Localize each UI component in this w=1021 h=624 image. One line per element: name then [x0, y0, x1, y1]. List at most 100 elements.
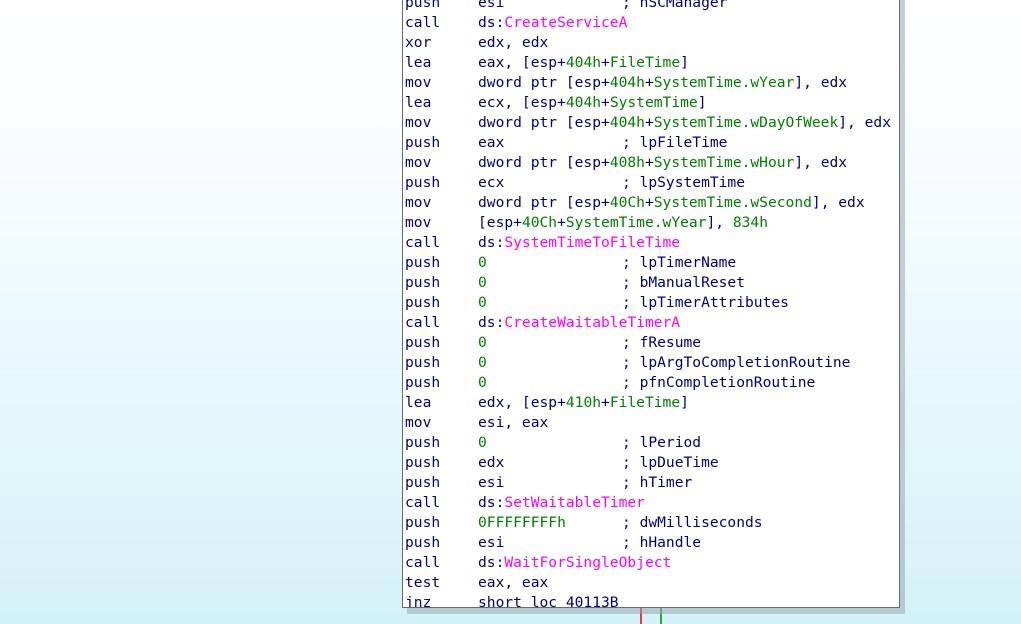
mnemonic[interactable]: mov	[405, 73, 478, 93]
graph-view-canvas[interactable]: push esi; hSCManager call ds:CreateServiceA…	[0, 0, 1021, 624]
instruction-line[interactable]: call ds:CreateWaitableTimerA	[405, 313, 899, 333]
instruction-line[interactable]: push 0 ; pfnCompletionRoutine	[405, 373, 899, 393]
instruction-line[interactable]: xor edx, edx	[405, 33, 899, 53]
mnemonic[interactable]: push	[405, 173, 478, 193]
mnemonic[interactable]: mov	[405, 153, 478, 173]
api-name[interactable]: SetWaitableTimer	[504, 494, 645, 511]
mnemonic[interactable]: push	[405, 133, 478, 153]
instruction-line[interactable]: mov esi, eax	[405, 413, 899, 433]
instruction-line[interactable]: push 0 ; lpTimerAttributes	[405, 293, 899, 313]
mnemonic[interactable]: call	[405, 13, 478, 33]
instruction-line[interactable]: push eax ; lpFileTime	[405, 133, 899, 153]
api-name[interactable]: WaitForSingleObject	[504, 554, 671, 571]
symbol-name[interactable]: SystemTime.wYear	[566, 214, 707, 231]
mnemonic[interactable]: push	[405, 333, 478, 353]
instruction-line[interactable]: push ecx ; lpSystemTime	[405, 173, 899, 193]
instruction-line[interactable]: mov dword ptr [esp+408h+SystemTime.wHour]…	[405, 153, 899, 173]
mnemonic[interactable]: lea	[405, 93, 478, 113]
immediate-value: 834h	[732, 214, 768, 231]
mnemonic[interactable]: jnz	[405, 593, 478, 607]
operands: edx	[478, 453, 622, 473]
mnemonic[interactable]: push	[405, 253, 478, 273]
instruction-line[interactable]: push 0 ; bManualReset	[405, 273, 899, 293]
instruction-line[interactable]: push 0 ; lpArgToCompletionRoutine	[405, 353, 899, 373]
instruction-line[interactable]: jnz short loc_40113B	[405, 593, 899, 607]
instruction-line[interactable]: push 0FFFFFFFFh ; dwMilliseconds	[405, 513, 899, 533]
operand-text: +	[601, 94, 610, 111]
instruction-line[interactable]: test eax, eax	[405, 573, 899, 593]
api-name[interactable]: SystemTimeToFileTime	[504, 234, 680, 251]
instruction-line[interactable]: push 0 ; lpTimerName	[405, 253, 899, 273]
operand-text: +	[644, 194, 654, 211]
symbol-name[interactable]: SystemTime.wSecond	[654, 194, 812, 211]
operands: 0	[478, 273, 622, 293]
mnemonic[interactable]: test	[405, 573, 478, 593]
instruction-line[interactable]: push esi ; hTimer	[405, 473, 899, 493]
mnemonic[interactable]: push	[405, 453, 478, 473]
mnemonic[interactable]: call	[405, 493, 478, 513]
operands: ds:SetWaitableTimer	[478, 493, 645, 513]
mnemonic[interactable]: push	[405, 373, 478, 393]
symbol-name[interactable]: FileTime	[610, 394, 680, 411]
instruction-line[interactable]: push esi ; hSCManager	[405, 0, 899, 13]
operand-text: ds:	[478, 234, 505, 251]
instruction-line[interactable]: lea eax, [esp+404h+FileTime]	[405, 53, 899, 73]
operand-text: dword ptr [esp+	[478, 194, 610, 211]
instruction-line[interactable]: call ds:WaitForSingleObject	[405, 553, 899, 573]
operand-text: esi	[478, 0, 505, 11]
mnemonic[interactable]: push	[405, 273, 478, 293]
instruction-line[interactable]: call ds:SystemTimeToFileTime	[405, 233, 899, 253]
instruction-line[interactable]: call ds:SetWaitableTimer	[405, 493, 899, 513]
mnemonic[interactable]: push	[405, 473, 478, 493]
operands: 0	[478, 353, 622, 373]
instruction-line[interactable]: push edx ; lpDueTime	[405, 453, 899, 473]
instruction-line[interactable]: mov dword ptr [esp+404h+SystemTime.wDayOf…	[405, 113, 899, 133]
operands: eax, eax	[478, 573, 622, 593]
instruction-line[interactable]: push esi ; hHandle	[405, 533, 899, 553]
comment: ; dwMilliseconds	[622, 514, 763, 531]
mnemonic[interactable]: mov	[405, 213, 478, 233]
mnemonic[interactable]: xor	[405, 33, 478, 53]
mnemonic[interactable]: lea	[405, 393, 478, 413]
symbol-name[interactable]: SystemTime.wYear	[654, 74, 795, 91]
operand-text: ]	[680, 54, 689, 71]
mnemonic[interactable]: push	[405, 433, 478, 453]
instruction-line[interactable]: mov dword ptr [esp+40Ch+SystemTime.wSecon…	[405, 193, 899, 213]
immediate-value: 0	[478, 274, 487, 291]
code-block-node[interactable]: push esi; hSCManager call ds:CreateServiceA…	[402, 0, 900, 608]
api-name[interactable]: CreateServiceA	[504, 14, 627, 31]
mnemonic[interactable]: mov	[405, 113, 478, 133]
instruction-line[interactable]: lea edx, [esp+410h+FileTime]	[405, 393, 899, 413]
operands: ds:SystemTimeToFileTime	[478, 233, 680, 253]
symbol-name[interactable]: FileTime	[610, 54, 680, 71]
comment: ; lPeriod	[622, 434, 702, 451]
symbol-name[interactable]: SystemTime.wDayOfWeek	[654, 114, 839, 131]
instruction-line[interactable]: lea ecx, [esp+404h+SystemTime]	[405, 93, 899, 113]
mnemonic[interactable]: call	[405, 313, 478, 333]
disassembly-listing: push esi; hSCManager call ds:CreateServiceA…	[405, 0, 899, 607]
mnemonic[interactable]: mov	[405, 413, 478, 433]
instruction-line[interactable]: push 0 ; fResume	[405, 333, 899, 353]
mnemonic[interactable]: push	[405, 513, 478, 533]
instruction-line[interactable]: mov dword ptr [esp+404h+SystemTime.wYear]…	[405, 73, 899, 93]
comment: ; lpTimerAttributes	[622, 294, 789, 311]
mnemonic[interactable]: push	[405, 353, 478, 373]
immediate-value: 0	[478, 354, 487, 371]
mnemonic[interactable]: call	[405, 553, 478, 573]
api-name[interactable]: CreateWaitableTimerA	[504, 314, 680, 331]
instruction-line[interactable]: mov [esp+40Ch+SystemTime.wYear], 834h	[405, 213, 899, 233]
mnemonic[interactable]: push	[405, 293, 478, 313]
mnemonic[interactable]: lea	[405, 53, 478, 73]
mnemonic[interactable]: call	[405, 233, 478, 253]
operand-text: +	[557, 214, 566, 231]
symbol-name[interactable]: SystemTime	[610, 94, 698, 111]
immediate-value: 404h	[565, 94, 602, 111]
symbol-name[interactable]: SystemTime.wHour	[654, 154, 795, 171]
instruction-line[interactable]: push 0 ; lPeriod	[405, 433, 899, 453]
immediate-value: 0FFFFFFFFh	[478, 514, 566, 531]
instruction-line[interactable]: call ds:CreateServiceA	[405, 13, 899, 33]
mnemonic[interactable]: push	[405, 0, 478, 13]
comment: ; hSCManager	[622, 0, 728, 11]
mnemonic[interactable]: mov	[405, 193, 478, 213]
mnemonic[interactable]: push	[405, 533, 478, 553]
